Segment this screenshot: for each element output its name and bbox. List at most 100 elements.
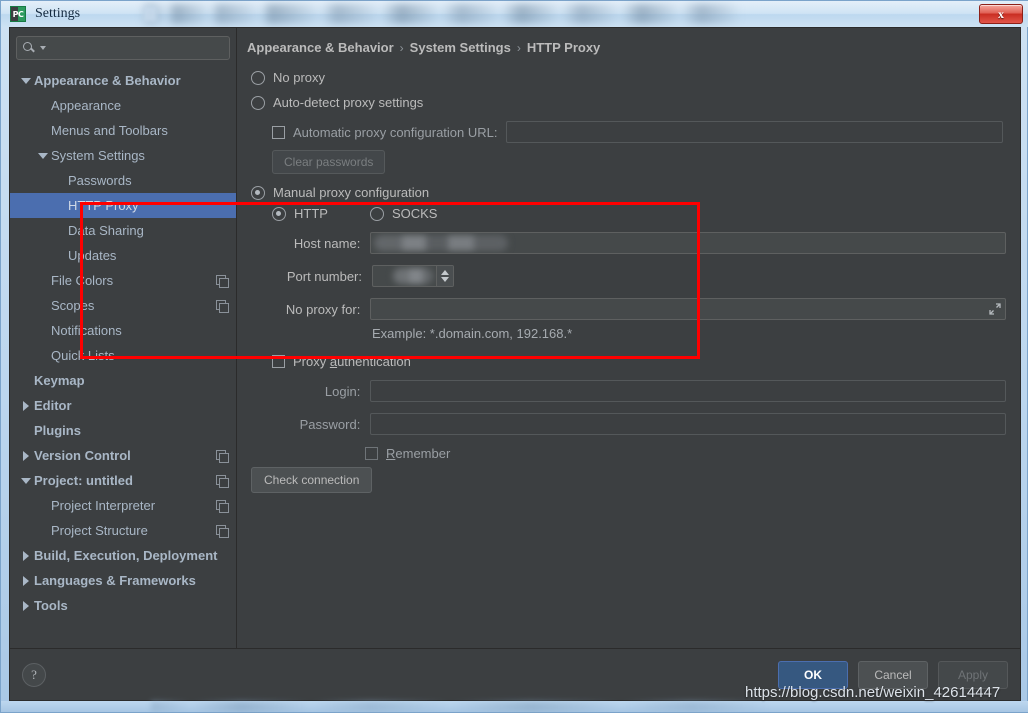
sidebar-item-tools[interactable]: Tools	[10, 593, 236, 618]
remember-label-post: emember	[395, 446, 451, 461]
proxy-auth-mnemonic: a	[329, 354, 338, 369]
copy-icon	[216, 474, 229, 488]
window-title: Settings	[35, 6, 81, 21]
check-connection-button[interactable]: Check connection	[251, 467, 373, 493]
ok-button[interactable]: OK	[778, 660, 848, 689]
http-label: HTTP	[294, 206, 328, 221]
remember-checkbox[interactable]	[365, 447, 378, 460]
sidebar-item-label: Editor	[34, 398, 72, 413]
port-number-label: Port number:	[286, 268, 362, 284]
stepper-down-icon[interactable]	[441, 277, 449, 282]
close-icon[interactable]: x	[979, 4, 1023, 24]
remember-mnemonic: R	[386, 446, 396, 461]
host-name-input[interactable]	[370, 232, 1006, 254]
sidebar-item-label: Keymap	[34, 373, 85, 388]
login-input[interactable]	[370, 380, 1006, 402]
sidebar-item-http-proxy[interactable]: HTTP Proxy	[10, 193, 236, 218]
sidebar-item-updates[interactable]: Updates	[10, 243, 236, 268]
breadcrumb-part-3: HTTP Proxy	[526, 40, 601, 55]
auto-url-input[interactable]	[506, 121, 1004, 143]
sidebar-item-appearance[interactable]: Appearance	[10, 93, 236, 118]
no-proxy-for-input[interactable]	[370, 298, 1006, 320]
sidebar-item-version-control[interactable]: Version Control	[10, 443, 236, 468]
no-proxy-radio[interactable]	[251, 70, 265, 85]
stepper-up-icon[interactable]	[441, 270, 449, 275]
chevron-down-icon[interactable]	[18, 77, 34, 84]
sidebar-item-label: Appearance	[51, 98, 122, 113]
chevron-down-icon[interactable]	[18, 477, 34, 484]
host-name-label: Host name:	[293, 235, 361, 251]
password-input[interactable]	[370, 413, 1006, 435]
auto-detect-radio[interactable]	[251, 95, 265, 110]
chevron-right-icon[interactable]	[18, 575, 34, 586]
socks-radio[interactable]	[369, 206, 384, 221]
sidebar-item-plugins[interactable]: Plugins	[10, 418, 236, 443]
sidebar-item-keymap[interactable]: Keymap	[10, 368, 236, 393]
sidebar-item-appearance-behavior[interactable]: Appearance & Behavior	[10, 68, 236, 93]
sidebar-item-build-execution-deployment[interactable]: Build, Execution, Deployment	[10, 543, 236, 568]
breadcrumb-part-2[interactable]: System Settings	[410, 40, 511, 55]
sidebar-item-label: File Colors	[51, 273, 114, 288]
sidebar-item-data-sharing[interactable]: Data Sharing	[10, 218, 236, 243]
sidebar-item-label: Plugins	[34, 423, 81, 438]
copy-icon	[216, 524, 229, 538]
sidebar-item-passwords[interactable]: Passwords	[10, 168, 236, 193]
app-icon-label: PC	[12, 9, 24, 19]
chevron-right-icon[interactable]	[18, 600, 34, 611]
sidebar-item-menus-and-toolbars[interactable]: Menus and Toolbars	[10, 118, 236, 143]
window-titlebar: PC Settings x	[1, 1, 1028, 27]
socks-label: SOCKS	[391, 206, 438, 221]
help-icon[interactable]: ?	[22, 662, 46, 687]
sidebar-item-languages-frameworks[interactable]: Languages & Frameworks	[10, 568, 236, 593]
sidebar-item-quick-lists[interactable]: Quick Lists	[10, 343, 236, 368]
cancel-button[interactable]: Cancel	[858, 660, 928, 689]
sidebar-item-label: Tools	[34, 598, 68, 613]
check-connection-row: Check connection	[251, 467, 1006, 493]
os-window-bottom-edge	[1, 701, 1028, 712]
sidebar-item-label: Scopes	[51, 298, 95, 313]
sidebar-item-system-settings[interactable]: System Settings	[10, 143, 236, 168]
sidebar-item-project-untitled[interactable]: Project: untitled	[10, 468, 236, 493]
sidebar-item-editor[interactable]: Editor	[10, 393, 236, 418]
auto-detect-row[interactable]: Auto-detect proxy settings	[251, 90, 1006, 115]
breadcrumb-part-1[interactable]: Appearance & Behavior	[247, 40, 394, 55]
auto-url-checkbox[interactable]	[272, 125, 285, 139]
http-radio[interactable]	[272, 206, 286, 221]
example-hint-text: Example: *.domain.com, 192.168.*	[372, 326, 573, 341]
port-number-input[interactable]	[372, 265, 454, 287]
chevron-right-icon[interactable]	[18, 450, 34, 461]
expand-icon[interactable]	[988, 302, 1002, 316]
auto-detect-label: Auto-detect proxy settings	[273, 95, 424, 110]
sidebar-item-label: Project Structure	[51, 523, 148, 538]
footer-actions: OK Cancel Apply	[778, 660, 1008, 689]
clear-passwords-button[interactable]: Clear passwords	[272, 150, 386, 174]
chevron-right-icon[interactable]	[18, 400, 34, 411]
sidebar-item-notifications[interactable]: Notifications	[10, 318, 236, 343]
copy-icon	[216, 274, 229, 288]
port-number-stepper[interactable]	[436, 266, 453, 286]
manual-proxy-radio[interactable]	[251, 185, 265, 200]
example-hint: Example: *.domain.com, 192.168.*	[372, 325, 1006, 343]
sidebar-item-label: Menus and Toolbars	[51, 123, 168, 138]
sidebar-item-label: System Settings	[51, 148, 145, 163]
search-input[interactable]	[46, 40, 223, 56]
search-box[interactable]	[16, 36, 230, 60]
apply-button[interactable]: Apply	[938, 660, 1008, 689]
sidebar-item-label: Project Interpreter	[51, 498, 156, 513]
sidebar-item-project-interpreter[interactable]: Project Interpreter	[10, 493, 236, 518]
breadcrumb: Appearance & Behavior › System Settings …	[247, 40, 1006, 55]
sidebar-item-label: Build, Execution, Deployment	[34, 548, 218, 563]
host-name-redacted-value	[374, 235, 509, 251]
settings-tree[interactable]: Appearance & Behavior Appearance Menus and…	[10, 66, 236, 648]
manual-proxy-row[interactable]: Manual proxy configuration	[251, 180, 1006, 205]
sidebar-item-project-structure[interactable]: Project Structure	[10, 518, 236, 543]
sidebar-item-scopes[interactable]: Scopes	[10, 293, 236, 318]
sidebar-item-file-colors[interactable]: File Colors	[10, 268, 236, 293]
breadcrumb-separator-1: ›	[399, 40, 404, 55]
chevron-right-icon[interactable]	[18, 550, 34, 561]
sidebar-item-label: Notifications	[51, 323, 122, 338]
clear-passwords-row: Clear passwords	[272, 150, 1006, 174]
no-proxy-row[interactable]: No proxy	[251, 65, 1006, 90]
chevron-down-icon[interactable]	[35, 152, 51, 159]
proxy-auth-checkbox[interactable]	[272, 355, 285, 368]
